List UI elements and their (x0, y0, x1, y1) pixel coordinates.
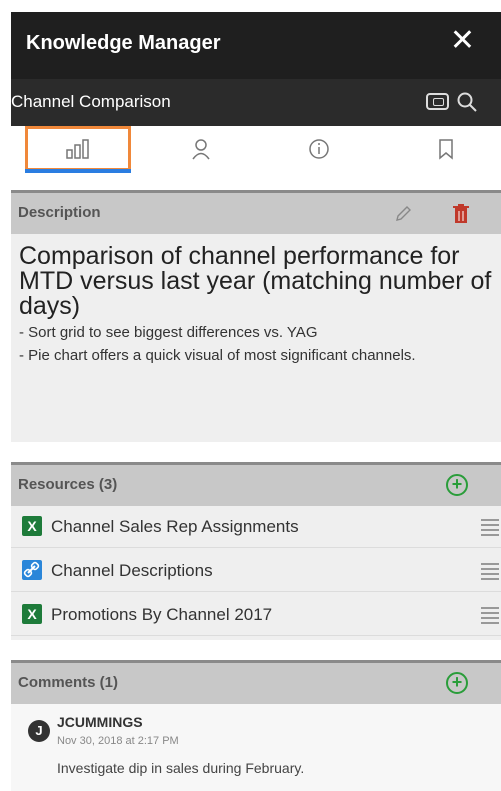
description-panel: Description Comparison of channel perfor… (11, 190, 501, 442)
resources-header: Resources (3) + (11, 462, 501, 506)
active-tab-indicator (25, 169, 131, 173)
avatar: J (28, 720, 50, 742)
drag-handle-icon[interactable] (481, 563, 499, 580)
description-bullet: - Sort grid to see biggest differences v… (19, 324, 318, 341)
resources-label: Resources (3) (18, 476, 118, 493)
comment-author: JCUMMINGS (57, 714, 143, 730)
add-resource-button[interactable]: + (446, 474, 468, 496)
description-body: Comparison of channel performance for MT… (11, 234, 501, 377)
info-icon (309, 138, 329, 159)
title-bar: Knowledge Manager ✕ (11, 12, 501, 79)
resource-item[interactable]: X Promotions By Channel 2017 (11, 594, 501, 636)
resource-item[interactable]: Channel Descriptions (11, 550, 501, 592)
delete-icon[interactable] (452, 203, 470, 225)
page-title: Channel Comparison (11, 92, 171, 111)
bookmark-icon (439, 138, 453, 160)
add-comment-button[interactable]: + (446, 672, 468, 694)
description-headline: Comparison of channel performance for MT… (19, 242, 492, 320)
presentation-icon[interactable] (426, 93, 449, 110)
comments-header: Comments (1) + (11, 660, 501, 704)
comments-label: Comments (1) (18, 674, 119, 691)
resource-label[interactable]: Promotions By Channel 2017 (51, 605, 272, 625)
drag-handle-icon[interactable] (481, 607, 499, 624)
search-icon[interactable] (455, 90, 479, 114)
bar-chart-icon (66, 138, 89, 159)
excel-icon: X (22, 604, 42, 624)
edit-icon[interactable] (393, 204, 413, 224)
excel-icon: X (22, 516, 42, 536)
user-icon (192, 138, 210, 159)
app-title: Knowledge Manager (26, 32, 221, 54)
resource-item[interactable]: X Channel Sales Rep Assignments (11, 506, 501, 548)
resource-label[interactable]: Channel Sales Rep Assignments (51, 517, 299, 537)
tab-info[interactable] (264, 126, 374, 171)
description-label: Description (18, 204, 101, 221)
tab-bookmark[interactable] (391, 126, 501, 171)
sub-header: Channel Comparison (11, 79, 501, 126)
description-bullet: - Pie chart offers a quick visual of mos… (19, 347, 416, 364)
tab-user[interactable] (146, 126, 256, 171)
resource-label[interactable]: Channel Descriptions (51, 561, 213, 581)
comment-timestamp: Nov 30, 2018 at 2:17 PM (57, 735, 179, 747)
drag-handle-icon[interactable] (481, 519, 499, 536)
tab-bar (11, 126, 501, 173)
resources-panel: Resources (3) + X Channel Sales Rep Assi… (11, 462, 501, 640)
description-header: Description (11, 190, 501, 234)
tab-chart[interactable] (25, 126, 131, 171)
link-icon (22, 560, 42, 580)
close-icon[interactable]: ✕ (450, 26, 475, 56)
comments-panel: Comments (1) + J JCUMMINGS Nov 30, 2018 … (11, 660, 501, 791)
comment-text: Investigate dip in sales during February… (57, 760, 305, 776)
